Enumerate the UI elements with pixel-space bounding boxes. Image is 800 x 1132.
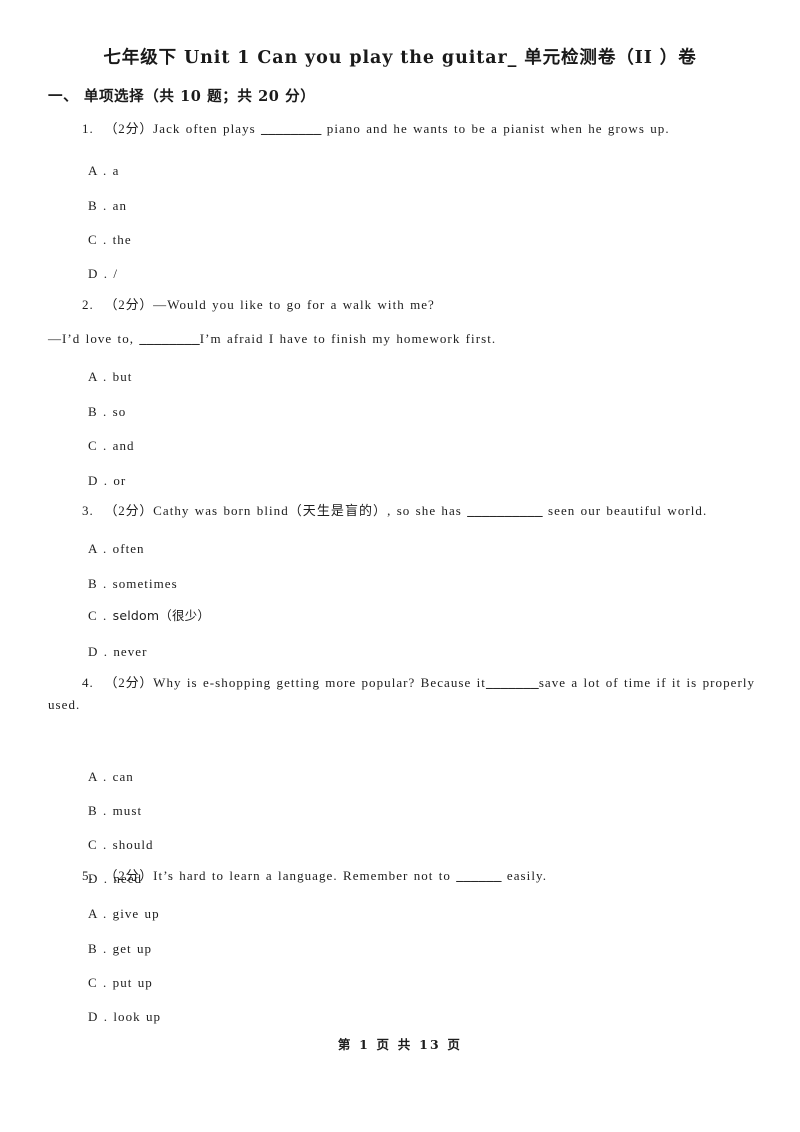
option-text: must xyxy=(112,803,143,818)
option-text: and xyxy=(112,438,135,453)
option-text: get up xyxy=(112,941,153,956)
exam-paper-page: 七年级下 Unit 1 Can you play the guitar_ 单元检… xyxy=(0,0,800,1132)
question-1-blank: ________ xyxy=(261,121,322,136)
question-4-stem: 4. （2分）Why is e-shopping getting more po… xyxy=(48,672,760,716)
question-2-stem-line2: —I’d love to, ________I’m afraid I have … xyxy=(48,328,760,350)
option-text: put up xyxy=(112,975,153,990)
question-2-number: 2. xyxy=(82,297,94,312)
option-text: seldom（很少） xyxy=(112,608,211,623)
question-3-text-after: seen our beautiful world. xyxy=(548,503,708,518)
option-text: so xyxy=(112,404,127,419)
question-4-points: （2分） xyxy=(104,675,154,690)
option-text: a xyxy=(112,163,120,178)
option-text: sometimes xyxy=(112,576,178,591)
question-1-option-c[interactable]: C . the xyxy=(88,229,132,251)
question-3-points: （2分） xyxy=(104,503,154,518)
question-4-number: 4. xyxy=(82,675,94,690)
question-2-stem: 2. （2分）—Would you like to go for a walk … xyxy=(48,294,760,316)
question-2-option-b[interactable]: B . so xyxy=(88,401,126,423)
question-5-stem: 5. （2分）It’s hard to learn a language. Re… xyxy=(48,865,760,887)
question-2-points: （2分） xyxy=(104,297,154,312)
question-2-line2-before: —I’d love to, xyxy=(48,331,135,346)
option-text: give up xyxy=(112,906,160,921)
option-text: but xyxy=(112,369,133,384)
option-letter: D . xyxy=(88,1009,109,1024)
option-letter: C . xyxy=(88,232,108,247)
question-4: 4. （2分）Why is e-shopping getting more po… xyxy=(48,672,760,716)
question-5-blank: ______ xyxy=(456,868,502,883)
question-2-option-a[interactable]: A . but xyxy=(88,366,132,388)
option-letter: B . xyxy=(88,941,108,956)
option-letter: C . xyxy=(88,608,108,623)
question-3-option-a[interactable]: A . often xyxy=(88,538,145,560)
question-4-option-c[interactable]: C . should xyxy=(88,834,154,856)
question-1: 1. （2分）Jack often plays ________ piano a… xyxy=(48,118,760,140)
question-5: 5. （2分）It’s hard to learn a language. Re… xyxy=(48,865,760,887)
question-3-text-before: Cathy was born blind（天生是盲的）, so she has xyxy=(153,503,462,518)
option-letter: A . xyxy=(88,906,108,921)
option-letter: B . xyxy=(88,803,108,818)
option-letter: C . xyxy=(88,438,108,453)
question-1-points: （2分） xyxy=(104,121,154,136)
question-4-blank: _______ xyxy=(485,675,539,690)
question-3-option-c[interactable]: C . seldom（很少） xyxy=(88,605,210,627)
option-text: the xyxy=(112,232,132,247)
question-3-number: 3. xyxy=(82,503,94,518)
option-letter: B . xyxy=(88,576,108,591)
option-text: or xyxy=(113,473,127,488)
option-letter: A . xyxy=(88,769,108,784)
option-letter: D . xyxy=(88,473,109,488)
question-1-option-d[interactable]: D . / xyxy=(88,263,118,285)
question-5-text-before: It’s hard to learn a language. Remember … xyxy=(153,868,451,883)
question-2-line2-after: I’m afraid I have to finish my homework … xyxy=(199,331,497,346)
option-text: / xyxy=(113,266,119,281)
question-1-number: 1. xyxy=(82,121,94,136)
question-1-option-a[interactable]: A . a xyxy=(88,160,119,182)
question-4-option-b[interactable]: B . must xyxy=(88,800,142,822)
page-title: 七年级下 Unit 1 Can you play the guitar_ 单元检… xyxy=(103,48,697,68)
option-letter: D . xyxy=(88,266,109,281)
question-3-blank: __________ xyxy=(467,503,543,518)
option-letter: B . xyxy=(88,404,108,419)
question-4-option-a[interactable]: A . can xyxy=(88,766,134,788)
option-text: can xyxy=(112,769,134,784)
question-2: 2. （2分）—Would you like to go for a walk … xyxy=(48,294,760,316)
question-5-option-d[interactable]: D . look up xyxy=(88,1006,161,1028)
page-footer: 第 1 页 共 13 页 xyxy=(337,1037,463,1052)
question-3: 3. （2分）Cathy was born blind（天生是盲的）, so s… xyxy=(48,500,760,522)
option-text: look up xyxy=(113,1009,162,1024)
question-5-number: 5. xyxy=(82,868,94,883)
option-text: should xyxy=(112,837,154,852)
question-1-option-b[interactable]: B . an xyxy=(88,195,127,217)
question-5-option-b[interactable]: B . get up xyxy=(88,938,152,960)
option-text: never xyxy=(113,644,148,659)
question-2-blank: ________ xyxy=(139,331,200,346)
question-2-option-c[interactable]: C . and xyxy=(88,435,135,457)
question-3-option-d[interactable]: D . never xyxy=(88,641,147,663)
option-letter: B . xyxy=(88,198,108,213)
option-letter: A . xyxy=(88,163,108,178)
option-letter: A . xyxy=(88,369,108,384)
option-text: often xyxy=(112,541,145,556)
option-letter: D . xyxy=(88,644,109,659)
question-5-option-c[interactable]: C . put up xyxy=(88,972,153,994)
question-3-stem: 3. （2分）Cathy was born blind（天生是盲的）, so s… xyxy=(48,500,760,522)
option-letter: A . xyxy=(88,541,108,556)
question-4-text-before: Why is e-shopping getting more popular? … xyxy=(153,675,486,690)
option-letter: C . xyxy=(88,837,108,852)
section-heading-multiple-choice: 一、 单项选择（共 10 题；共 20 分） xyxy=(48,88,316,105)
question-3-option-b[interactable]: B . sometimes xyxy=(88,573,178,595)
question-1-text-after: piano and he wants to be a pianist when … xyxy=(326,121,670,136)
question-2-option-d[interactable]: D . or xyxy=(88,470,126,492)
question-5-text-after: easily. xyxy=(506,868,548,883)
option-letter: C . xyxy=(88,975,108,990)
option-text: an xyxy=(112,198,128,213)
question-1-stem: 1. （2分）Jack often plays ________ piano a… xyxy=(48,118,760,140)
question-5-option-a[interactable]: A . give up xyxy=(88,903,160,925)
question-1-text-before: Jack often plays xyxy=(153,121,256,136)
question-5-points: （2分） xyxy=(104,868,154,883)
question-2-text-before: —Would you like to go for a walk with me… xyxy=(153,297,435,312)
